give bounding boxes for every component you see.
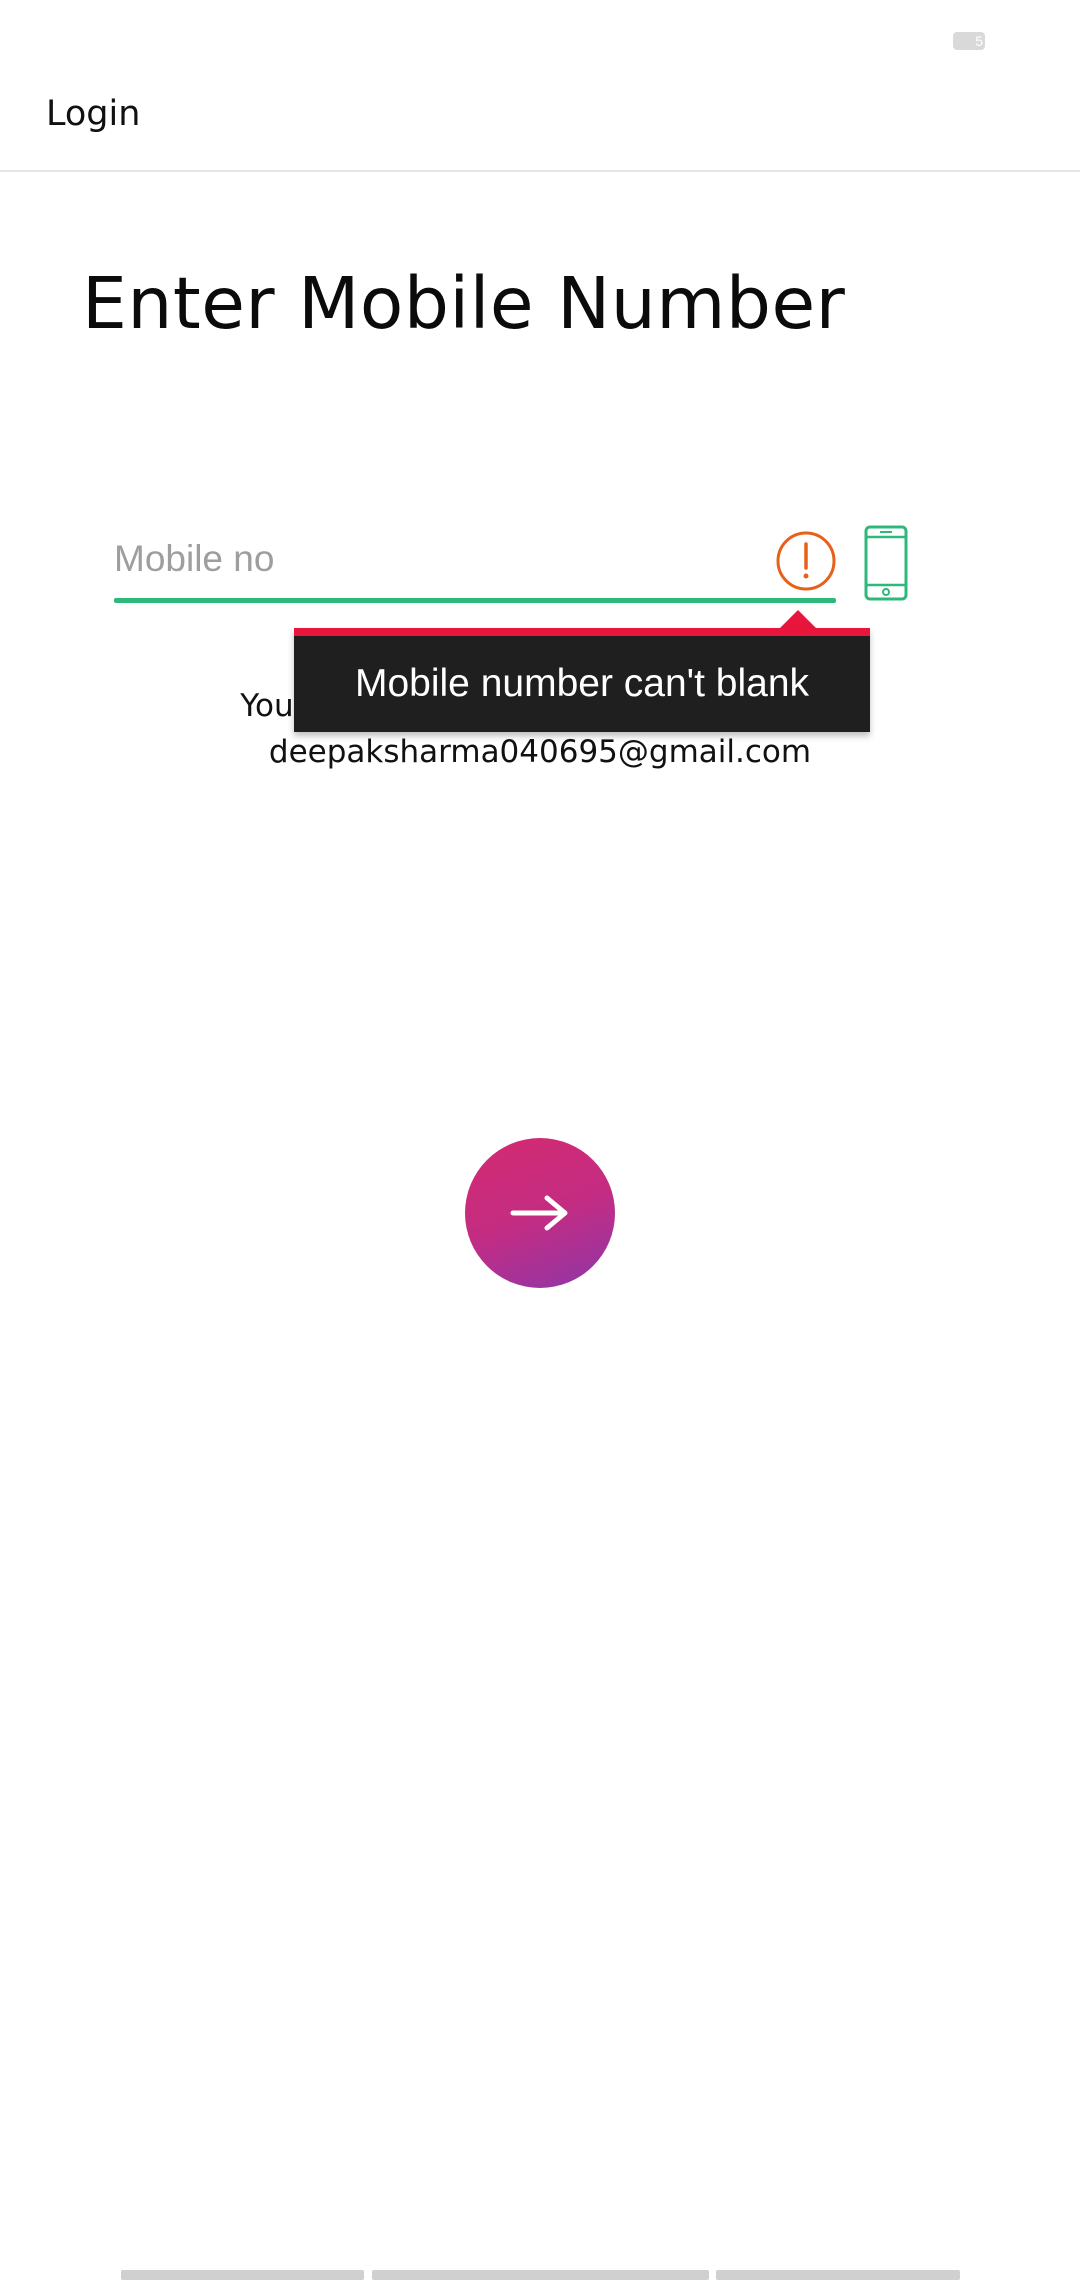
login-screen: 5 Login Enter Mobile Number Your mobile … [0,0,1080,2280]
mobile-number-input[interactable] [114,520,754,598]
error-message: Mobile number can't blank [354,662,810,705]
nav-bar-segment [716,2270,960,2280]
battery-level: 5 [975,33,983,49]
mobile-field [114,520,836,604]
mobile-phone-icon[interactable] [864,525,908,601]
nav-bar-segment [121,2270,364,2280]
nav-bar-segment [372,2270,709,2280]
error-tooltip: Mobile number can't blank [294,628,870,732]
tooltip-arrow [780,610,816,628]
page-title: Enter Mobile Number [82,262,846,345]
battery-icon: 5 [953,32,985,50]
app-bar: Login [0,80,1080,172]
status-bar: 5 [0,0,1080,80]
arrow-right-icon [510,1195,568,1231]
linked-email: deepaksharma040695@gmail.com [268,734,812,770]
app-bar-title: Login [46,94,141,134]
next-button[interactable] [465,1138,615,1288]
input-underline [114,598,836,603]
error-exclamation-icon [776,531,836,591]
tooltip-accent-bar [294,628,870,636]
